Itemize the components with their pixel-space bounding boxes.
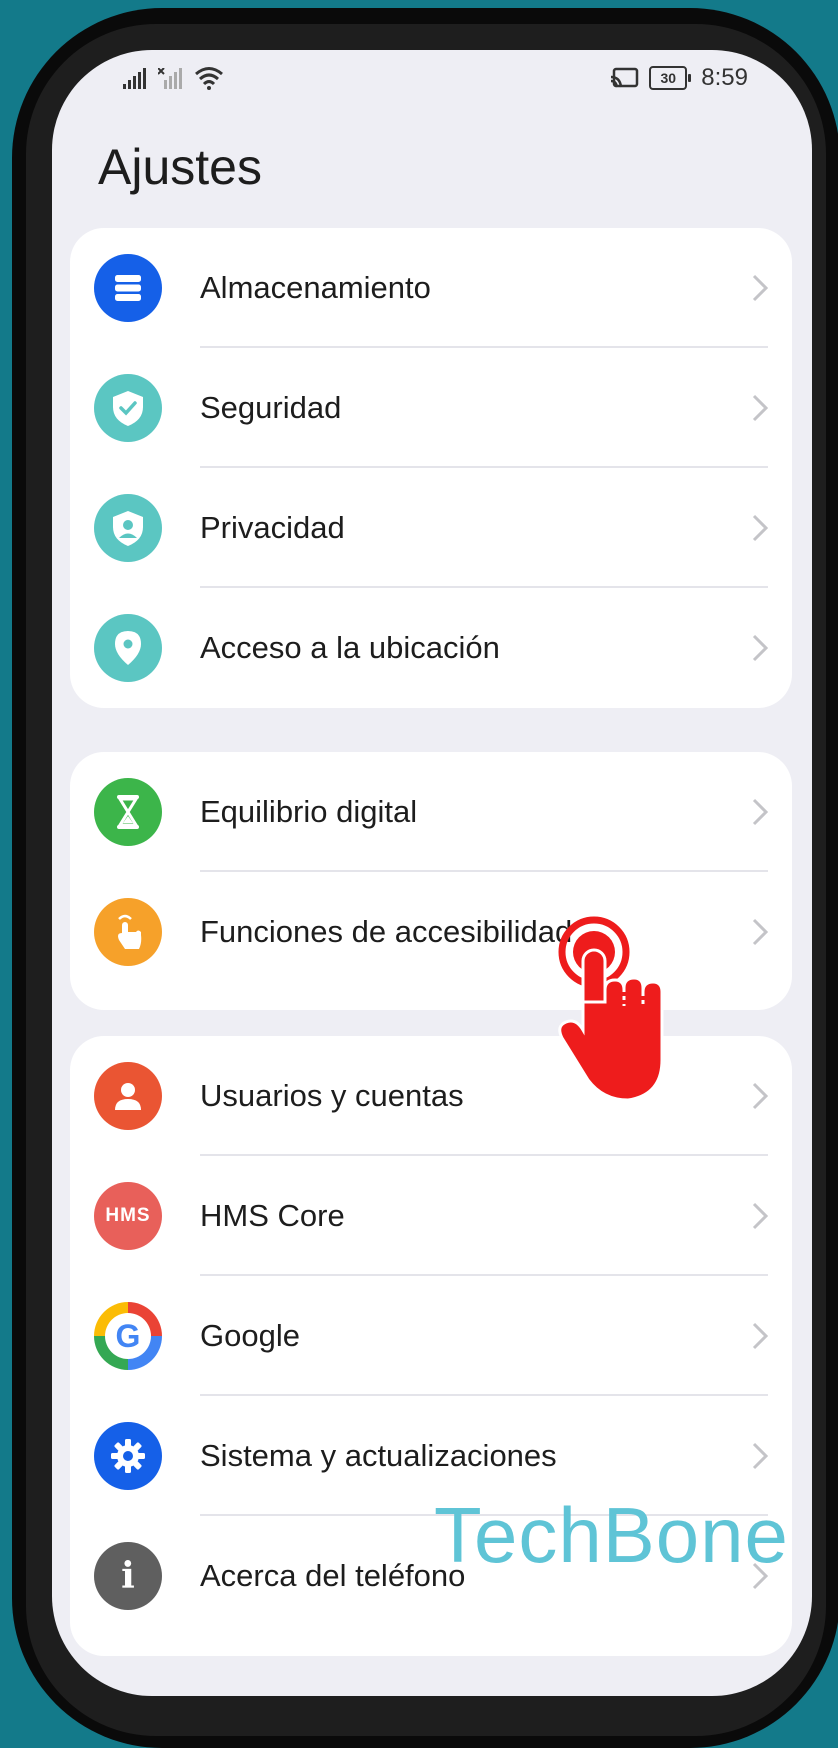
page-title: Ajustes (98, 139, 262, 195)
hand-touch-icon (94, 898, 162, 966)
signal-no-sim-icon (158, 68, 182, 89)
watermark: TechBone (434, 1491, 789, 1579)
settings-item-equilibrio-digital[interactable]: Equilibrio digital (70, 752, 792, 872)
settings-item-seguridad[interactable]: Seguridad (70, 348, 792, 468)
settings-item-label: HMS Core (200, 1198, 345, 1233)
settings-item-google[interactable]: G Google (70, 1276, 792, 1396)
settings-item-label: Privacidad (200, 510, 345, 545)
settings-item-label: Sistema y actualizaciones (200, 1438, 557, 1473)
google-logo-text: G (115, 1317, 141, 1354)
settings-item-label: Seguridad (200, 390, 342, 425)
hourglass-icon (94, 778, 162, 846)
info-icon-glyph: i (121, 1555, 135, 1597)
privacy-shield-icon (94, 494, 162, 562)
chevron-right-icon (752, 634, 768, 662)
settings-item-label: Google (200, 1318, 300, 1353)
wifi-icon (195, 67, 223, 90)
location-pin-icon (94, 614, 162, 682)
chevron-right-icon (752, 274, 768, 302)
signal-icon (123, 68, 146, 89)
settings-item-label: Acceso a la ubicación (200, 630, 500, 665)
settings-item-privacidad[interactable]: Privacidad (70, 468, 792, 588)
chevron-right-icon (752, 394, 768, 422)
storage-icon (94, 254, 162, 322)
chevron-right-icon (752, 1442, 768, 1470)
settings-item-label: Equilibrio digital (200, 794, 418, 829)
settings-group-security: Almacenamiento Seguridad Privacidad Acce… (70, 228, 792, 708)
google-logo-icon: G (94, 1302, 162, 1370)
clock: 8:59 (701, 64, 748, 91)
settings-item-label: Acerca del teléfono (200, 1558, 466, 1593)
info-icon: i (94, 1542, 162, 1610)
shield-check-icon (94, 374, 162, 442)
settings-item-label: Almacenamiento (200, 270, 431, 305)
settings-item-hms-core[interactable]: HMS HMS Core (70, 1156, 792, 1276)
chevron-right-icon (752, 514, 768, 542)
hms-logo-text: HMS (105, 1205, 151, 1226)
chevron-right-icon (752, 1202, 768, 1230)
settings-item-almacenamiento[interactable]: Almacenamiento (70, 228, 792, 348)
hms-logo-icon: HMS (94, 1182, 162, 1250)
settings-item-ubicacion[interactable]: Acceso a la ubicación (70, 588, 792, 708)
status-bar: 30 8:59 (52, 50, 812, 116)
cast-icon (611, 67, 639, 88)
settings-item-label: Funciones de accesibilidad (200, 914, 573, 949)
chevron-right-icon (752, 918, 768, 946)
settings-item-label: Usuarios y cuentas (200, 1078, 464, 1113)
chevron-right-icon (752, 798, 768, 826)
tap-indicator-icon (558, 916, 664, 1102)
chevron-right-icon (752, 1322, 768, 1350)
user-icon (94, 1062, 162, 1130)
chevron-right-icon (752, 1082, 768, 1110)
gear-icon (94, 1422, 162, 1490)
battery-indicator: 30 (649, 66, 692, 90)
settings-screen: 30 8:59 Ajustes Almacenamiento Seguridad… (52, 50, 812, 1696)
